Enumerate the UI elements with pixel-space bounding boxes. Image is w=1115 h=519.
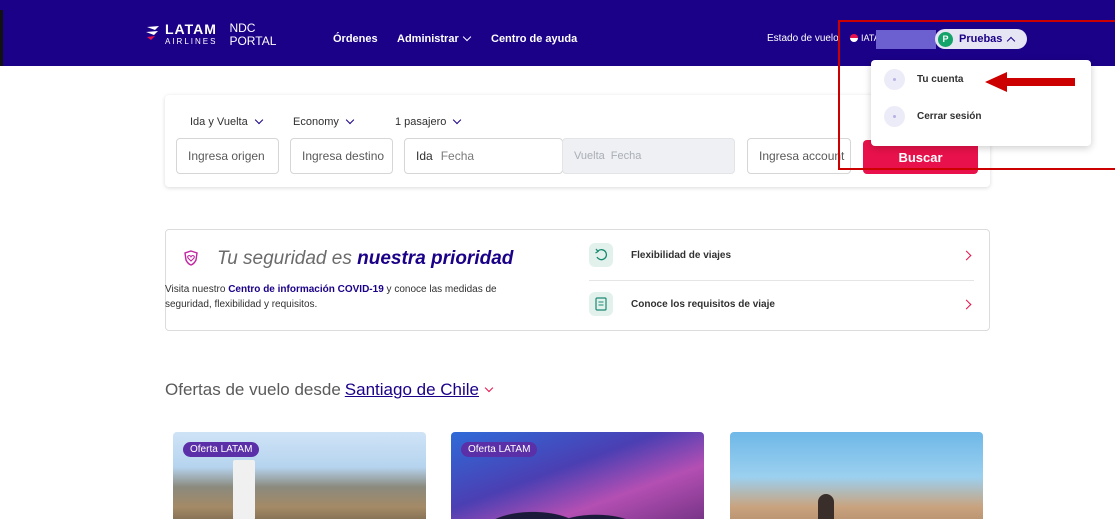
church-tower-image xyxy=(233,460,255,519)
window-edge xyxy=(0,10,3,66)
palm-trees-image xyxy=(491,492,631,519)
account-placeholder: Ingresa account xyxy=(759,149,845,163)
trip-type-value: Ida y Vuelta xyxy=(190,116,248,128)
chevron-right-icon xyxy=(961,299,972,309)
offer-card[interactable]: Oferta LATAM xyxy=(173,432,426,519)
safety-heading-emphasis: nuestra prioridad xyxy=(357,248,514,269)
safety-heading: Tu seguridad es nuestra prioridad xyxy=(217,248,513,270)
brand-name: LATAM xyxy=(165,21,217,37)
logout-icon xyxy=(884,106,905,127)
portal-line-2: PORTAL xyxy=(229,34,277,49)
passengers-value: 1 pasajero xyxy=(395,116,447,128)
nav-centro-de-ayuda[interactable]: Centro de ayuda xyxy=(491,33,577,45)
return-date-placeholder: Fecha xyxy=(610,150,642,162)
origin-city-selector[interactable]: Santiago de Chile xyxy=(345,380,479,400)
departure-date-label: Ida xyxy=(416,149,433,163)
menu-item-cerrar-sesion-label: Cerrar sesión xyxy=(917,111,982,122)
destination-input[interactable]: Ingresa destino xyxy=(290,138,393,174)
chevron-down-icon xyxy=(453,115,462,125)
offers-heading: Ofertas de vuelo desde Santiago de Chile xyxy=(165,380,494,400)
flexibility-link-label: Flexibilidad de viajes xyxy=(631,249,732,261)
return-date-input[interactable]: Vuelta Fecha xyxy=(562,138,735,174)
redacted-iata-code xyxy=(876,30,936,49)
refresh-icon xyxy=(589,243,613,267)
offer-card[interactable] xyxy=(730,432,983,519)
latam-logo[interactable]: LATAM AIRLINES NDC PORTAL xyxy=(145,21,277,49)
chevron-down-icon xyxy=(254,115,263,125)
return-date-label: Vuelta xyxy=(574,150,605,162)
brand-subtitle: AIRLINES xyxy=(165,37,218,46)
avatar: P xyxy=(938,31,953,47)
menu-item-tu-cuenta-label: Tu cuenta xyxy=(917,74,964,85)
chevron-down-icon xyxy=(462,32,471,42)
requirements-link-label: Conoce los requisitos de viaje xyxy=(631,298,775,310)
menu-item-cerrar-sesion[interactable]: Cerrar sesión xyxy=(884,106,981,127)
cabin-class-value: Economy xyxy=(293,116,339,128)
cabin-class-select[interactable]: Economy xyxy=(293,115,355,128)
nav-administrar-label: Administrar xyxy=(397,33,459,45)
departure-date-input[interactable]: Ida Fecha xyxy=(404,138,563,174)
flight-status-link[interactable]: Estado de vuelo xyxy=(767,33,839,44)
nav-administrar[interactable]: Administrar xyxy=(397,32,471,45)
shield-heart-icon xyxy=(184,250,198,266)
safety-desc-pre: Visita nuestro xyxy=(165,284,229,295)
flexibility-link-row[interactable]: Flexibilidad de viajes xyxy=(589,243,974,267)
user-name: Pruebas xyxy=(959,33,1003,45)
offer-badge: Oferta LATAM xyxy=(183,442,260,457)
divider xyxy=(589,280,974,281)
chevron-down-icon xyxy=(345,115,355,125)
offer-badge: Oferta LATAM xyxy=(461,442,538,457)
nav-ordenes[interactable]: Órdenes xyxy=(333,33,378,45)
safety-heading-prefix: Tu seguridad es xyxy=(217,248,358,269)
document-icon xyxy=(589,292,613,316)
user-menu-button[interactable]: P Pruebas xyxy=(935,29,1027,49)
chevron-down-icon xyxy=(484,383,494,393)
offers-heading-prefix: Ofertas de vuelo desde xyxy=(165,380,341,399)
passengers-select[interactable]: 1 pasajero xyxy=(395,115,462,128)
origin-input[interactable]: Ingresa origen xyxy=(176,138,279,174)
account-input[interactable]: Ingresa account xyxy=(747,138,851,174)
chevron-up-icon xyxy=(1007,36,1016,45)
portal-label: NDC PORTAL xyxy=(229,21,277,49)
offer-card[interactable]: Oferta LATAM xyxy=(451,432,704,519)
person-silhouette-image xyxy=(818,494,834,519)
chevron-right-icon xyxy=(961,250,972,260)
account-icon xyxy=(884,69,905,90)
safety-description: Visita nuestro Centro de información COV… xyxy=(165,282,535,312)
destination-placeholder: Ingresa destino xyxy=(302,149,385,163)
covid-info-link[interactable]: Centro de información COVID-19 xyxy=(228,284,384,295)
requirements-link-row[interactable]: Conoce los requisitos de viaje xyxy=(589,292,974,316)
trip-type-select[interactable]: Ida y Vuelta xyxy=(190,115,263,128)
origin-placeholder: Ingresa origen xyxy=(188,149,265,163)
menu-item-tu-cuenta[interactable]: Tu cuenta xyxy=(884,69,963,90)
departure-date-placeholder: Fecha xyxy=(440,149,475,163)
flag-icon xyxy=(850,34,858,42)
latam-logo-icon xyxy=(146,26,159,40)
annotation-arrow-icon xyxy=(985,72,1075,92)
